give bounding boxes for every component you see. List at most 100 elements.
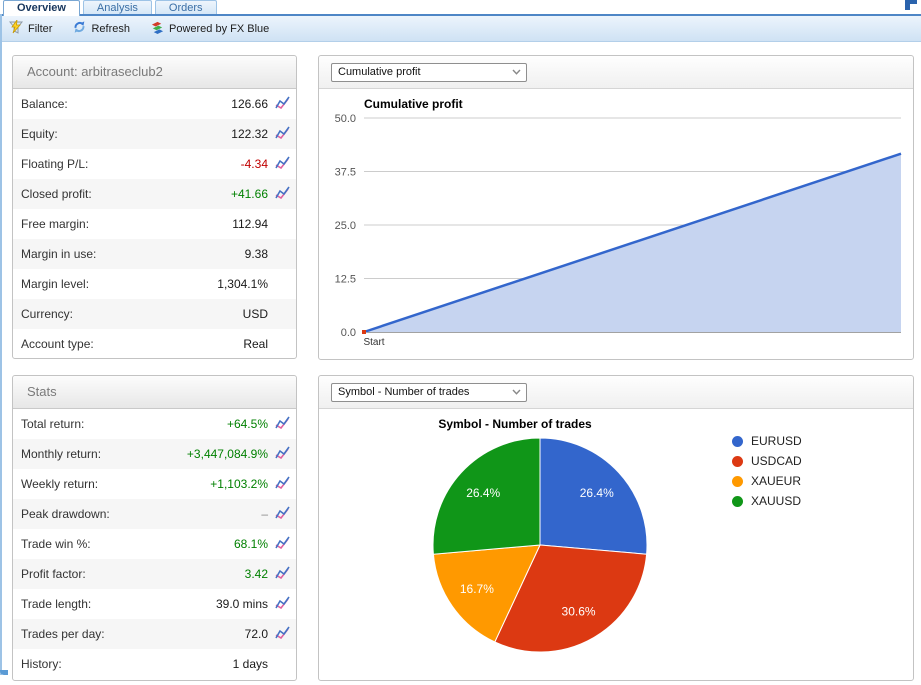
tab-orders[interactable]: Orders <box>155 0 217 14</box>
row-label: Equity: <box>21 127 58 141</box>
pie-chart-select[interactable]: Symbol - Number of trades <box>331 383 527 402</box>
tab-strip-underline <box>2 14 921 16</box>
svg-text:12.5: 12.5 <box>335 274 356 286</box>
mini-chart-icon[interactable] <box>275 536 290 552</box>
tab-analysis[interactable]: Analysis <box>83 0 152 14</box>
refresh-icon <box>72 20 87 37</box>
row-label: Margin in use: <box>21 247 96 261</box>
pie-legend: EURUSDUSDCADXAUEURXAUUSD <box>732 434 802 508</box>
row-label: Trade win %: <box>21 537 91 551</box>
row-value: – <box>261 507 268 521</box>
chevron-down-icon <box>512 69 521 75</box>
row-value: 3.42 <box>245 567 268 581</box>
row-label: Trade length: <box>21 597 91 611</box>
svg-text:50.0: 50.0 <box>335 113 356 125</box>
tab-overview[interactable]: Overview <box>3 0 80 16</box>
mini-chart-icon[interactable] <box>275 506 290 522</box>
stats-panel-title: Stats <box>13 376 296 409</box>
row-label: Closed profit: <box>21 187 92 201</box>
svg-text:16.7%: 16.7% <box>460 582 494 596</box>
row-icon-slot <box>273 126 291 142</box>
row-label: Total return: <box>21 417 84 431</box>
row-value: +64.5% <box>227 417 268 431</box>
account-panel-title: Account: arbitraseclub2 <box>13 56 296 89</box>
mini-chart-icon[interactable] <box>275 126 290 142</box>
row-value: +41.66 <box>231 187 268 201</box>
filter-button[interactable]: Filter <box>9 20 52 37</box>
page: Overview Analysis Orders Filter <box>0 0 921 675</box>
mini-chart-icon[interactable] <box>275 416 290 432</box>
mini-chart-icon[interactable] <box>275 476 290 492</box>
table-row: Trades per day: 72.0 <box>13 619 296 649</box>
line-chart-area: Cumulative profit 0.0 12.5 25.0 37.5 50.0 Sta… <box>319 89 913 360</box>
svg-text:26.4%: 26.4% <box>580 486 614 500</box>
mini-chart-icon[interactable] <box>275 186 290 202</box>
line-chart-select[interactable]: Cumulative profit <box>331 63 527 82</box>
row-value: USD <box>243 307 268 321</box>
row-label: Monthly return: <box>21 447 101 461</box>
row-label: Account type: <box>21 337 94 351</box>
legend-item: EURUSD <box>732 434 802 448</box>
row-icon-slot <box>273 476 291 492</box>
legend-label: USDCAD <box>751 454 802 468</box>
svg-text:25.0: 25.0 <box>335 220 356 232</box>
page-left-border <box>0 14 2 675</box>
mini-chart-icon[interactable] <box>275 626 290 642</box>
table-row: Closed profit: +41.66 <box>13 179 296 209</box>
table-row: Weekly return:+1,103.2% <box>13 469 296 499</box>
mini-chart-icon[interactable] <box>275 566 290 582</box>
cut-off-logo <box>905 0 917 10</box>
chevron-down-icon <box>512 389 521 395</box>
mini-chart-icon[interactable] <box>275 96 290 112</box>
row-value: 72.0 <box>245 627 268 641</box>
row-label: Weekly return: <box>21 477 98 491</box>
refresh-button[interactable]: Refresh <box>72 20 130 37</box>
row-icon-slot <box>273 566 291 582</box>
table-row: Total return: +64.5% <box>13 409 296 439</box>
row-label: Trades per day: <box>21 627 105 641</box>
filter-icon <box>9 20 24 37</box>
svg-text:0.0: 0.0 <box>341 327 356 339</box>
mini-chart-icon[interactable] <box>275 596 290 612</box>
refresh-label: Refresh <box>91 23 130 35</box>
pie-chart-toolbar: Symbol - Number of trades <box>319 376 913 409</box>
row-value: 39.0 mins <box>216 597 268 611</box>
svg-text:37.5: 37.5 <box>335 167 356 179</box>
account-panel: Account: arbitraseclub2 Balance:126.66Eq… <box>12 55 297 359</box>
row-icon-slot <box>273 186 291 202</box>
svg-text:26.4%: 26.4% <box>466 486 500 500</box>
mini-chart-icon[interactable] <box>275 446 290 462</box>
row-icon-slot <box>273 446 291 462</box>
toolbar: Filter Refresh Powered by F <box>0 16 921 42</box>
row-icon-slot <box>273 416 291 432</box>
table-row: Peak drawdown:– <box>13 499 296 529</box>
fxblue-logo-icon <box>150 20 165 37</box>
row-value: 68.1% <box>234 537 268 551</box>
stats-panel: Stats Total return: +64.5% Monthly return:… <box>12 375 297 681</box>
tab-strip: Overview Analysis Orders <box>2 0 921 16</box>
powered-by-fxblue-link[interactable]: Powered by FX Blue <box>150 20 269 37</box>
row-label: History: <box>21 657 62 671</box>
table-row: Equity:122.32 <box>13 119 296 149</box>
row-icon-slot <box>273 596 291 612</box>
row-value: +3,447,084.9% <box>187 447 268 461</box>
row-label: Currency: <box>21 307 73 321</box>
account-rows: Balance:126.66Equity:122.32Floating P/L:… <box>13 89 296 359</box>
pie-chart-title: Symbol - Number of trades <box>319 417 711 431</box>
legend-label: EURUSD <box>751 434 802 448</box>
svg-text:30.6%: 30.6% <box>562 605 596 619</box>
mini-chart-icon[interactable] <box>275 156 290 172</box>
table-row: Monthly return: +3,447,084.9% <box>13 439 296 469</box>
filter-label: Filter <box>28 23 52 35</box>
svg-text:Start: Start <box>363 337 384 348</box>
table-row: Trade length: 39.0 mins <box>13 589 296 619</box>
row-value: 126.66 <box>231 97 268 111</box>
table-row: Free margin:112.94 <box>13 209 296 239</box>
table-row: Floating P/L:-4.34 <box>13 149 296 179</box>
line-chart-select-value: Cumulative profit <box>338 66 421 78</box>
row-value: 112.94 <box>232 217 268 231</box>
stats-rows: Total return: +64.5% Monthly return: +3,447… <box>13 409 296 679</box>
line-chart-title: Cumulative profit <box>364 97 463 111</box>
row-value: 1 days <box>233 657 268 671</box>
table-row: Currency: USD <box>13 299 296 329</box>
